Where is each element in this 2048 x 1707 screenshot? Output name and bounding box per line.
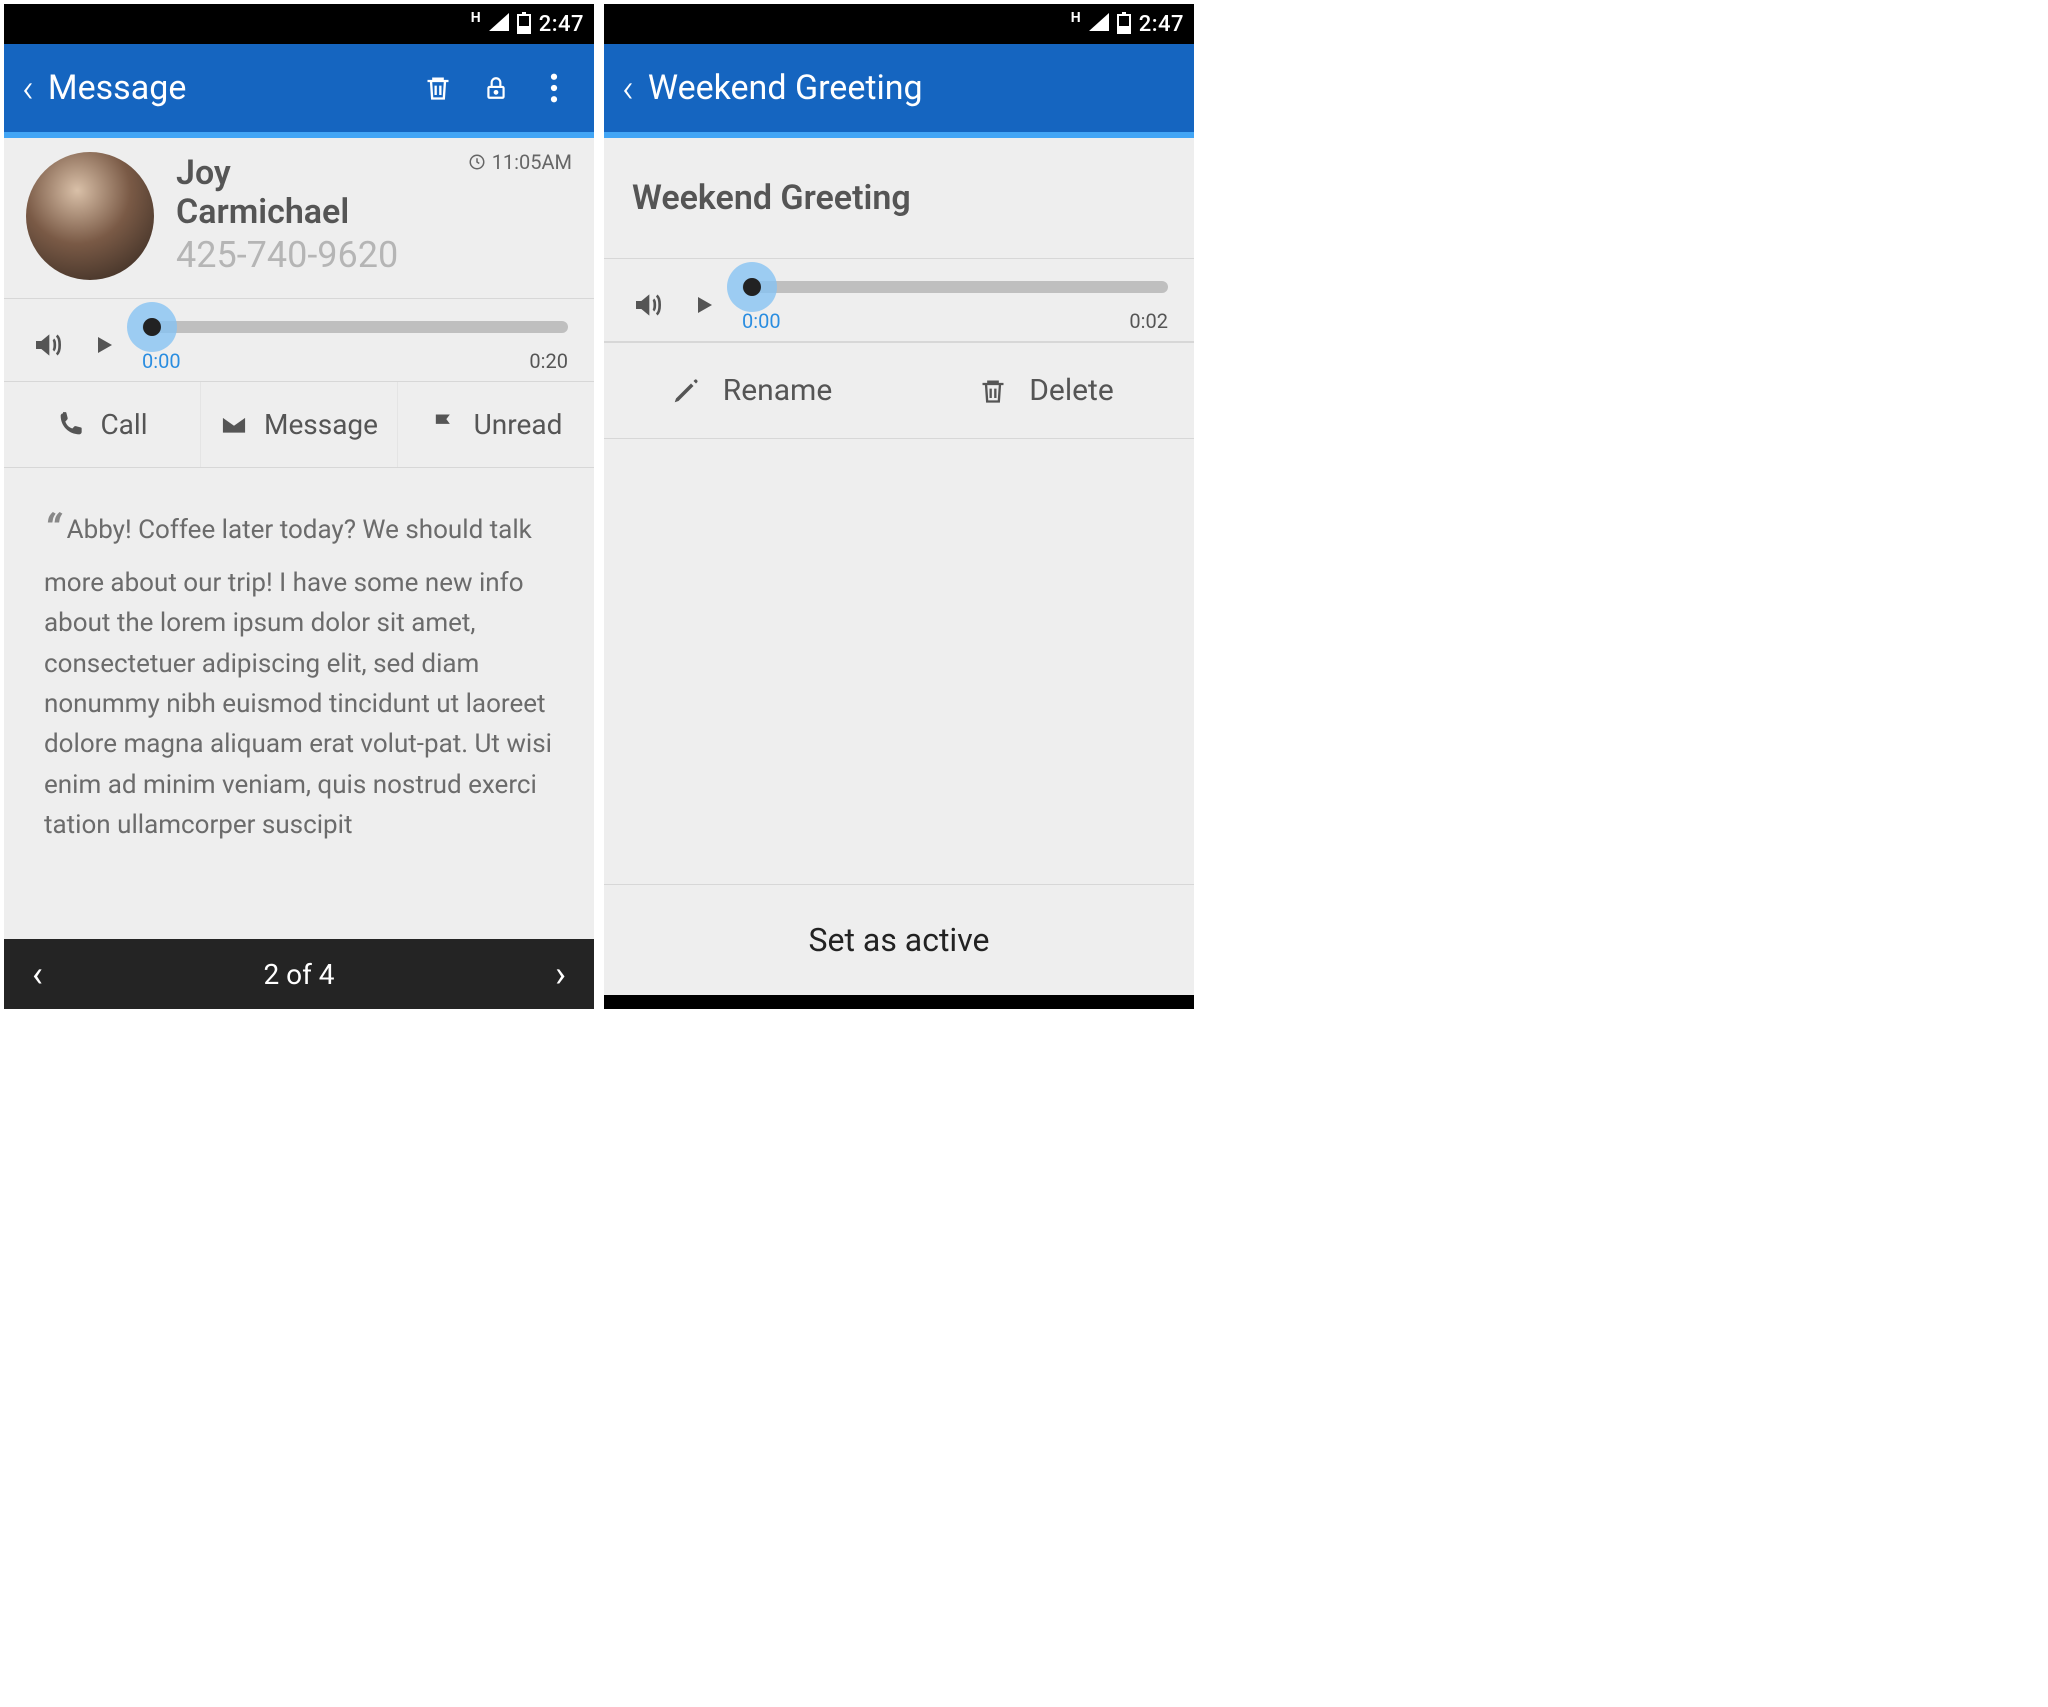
rename-button[interactable]: Rename xyxy=(604,343,899,438)
pager-label: 2 of 4 xyxy=(263,958,334,991)
speaker-button[interactable] xyxy=(630,289,666,325)
empty-space xyxy=(604,439,1194,884)
battery-icon xyxy=(1117,14,1131,34)
time-current: 0:00 xyxy=(142,349,181,373)
overflow-menu-button[interactable] xyxy=(532,73,576,103)
audio-player: 0:00 0:20 xyxy=(4,299,594,382)
nav-bar-hint xyxy=(604,995,1194,1009)
speaker-button[interactable] xyxy=(30,329,66,365)
time-duration: 0:02 xyxy=(1129,309,1168,333)
app-bar: ‹ Message xyxy=(4,44,594,132)
clock-icon xyxy=(468,153,486,171)
pencil-icon xyxy=(671,376,701,406)
signal-icon xyxy=(489,12,509,37)
pager-prev[interactable]: ‹ xyxy=(32,953,43,995)
pager: ‹ 2 of 4 › xyxy=(4,939,594,1009)
trash-icon xyxy=(979,376,1007,406)
greeting-actions: Rename Delete xyxy=(604,342,1194,439)
seek-track[interactable]: 0:00 0:20 xyxy=(142,321,568,373)
network-indicator: H xyxy=(1071,10,1081,26)
page-title: Message xyxy=(48,68,402,108)
seek-track[interactable]: 0:00 0:02 xyxy=(742,281,1168,333)
lock-button[interactable] xyxy=(474,72,518,104)
status-bar: H 2:47 xyxy=(604,4,1194,44)
time-duration: 0:20 xyxy=(529,349,568,373)
call-button[interactable]: Call xyxy=(4,382,201,467)
envelope-icon xyxy=(220,411,248,439)
status-clock: 2:47 xyxy=(1139,12,1184,37)
delete-button[interactable] xyxy=(416,72,460,104)
message-time: 11:05AM xyxy=(468,150,572,174)
delete-button[interactable]: Delete xyxy=(899,343,1194,438)
status-bar: H 2:47 xyxy=(4,4,594,44)
message-button[interactable]: Message xyxy=(201,382,398,467)
avatar[interactable] xyxy=(26,152,154,280)
greeting-header: Weekend Greeting xyxy=(604,138,1194,259)
unread-label: Unread xyxy=(474,408,563,441)
call-label: Call xyxy=(100,408,147,441)
battery-icon xyxy=(517,14,531,34)
status-clock: 2:47 xyxy=(539,12,584,37)
phone-greeting-screen: H 2:47 ‹ Weekend Greeting Weekend Greeti… xyxy=(604,4,1194,1009)
contact-header: Joy Carmichael 425-740-9620 11:05AM xyxy=(4,138,594,299)
pager-next[interactable]: › xyxy=(555,953,566,995)
back-button[interactable]: ‹ xyxy=(22,65,34,112)
set-active-label: Set as active xyxy=(809,921,990,959)
time-current: 0:00 xyxy=(742,309,781,333)
delete-label: Delete xyxy=(1029,373,1114,408)
message-label: Message xyxy=(264,408,378,441)
transcript-text: Abby! Coffee later today? We should talk… xyxy=(44,515,552,840)
app-bar: ‹ Weekend Greeting xyxy=(604,44,1194,132)
play-button[interactable] xyxy=(92,331,116,363)
contact-phone: 425-740-9620 xyxy=(176,234,572,276)
network-indicator: H xyxy=(471,10,481,26)
unread-button[interactable]: Unread xyxy=(398,382,594,467)
phone-icon xyxy=(56,411,84,439)
audio-player: 0:00 0:02 xyxy=(604,259,1194,342)
contact-last-name: Carmichael xyxy=(176,193,572,232)
quote-icon: “ xyxy=(44,506,61,555)
page-title: Weekend Greeting xyxy=(648,68,1176,108)
set-active-button[interactable]: Set as active xyxy=(604,884,1194,995)
time-text: 11:05AM xyxy=(492,150,572,174)
rename-label: Rename xyxy=(723,373,833,408)
greeting-name: Weekend Greeting xyxy=(632,178,1166,218)
play-button[interactable] xyxy=(692,291,716,323)
flag-icon xyxy=(430,411,458,439)
transcript: “Abby! Coffee later today? We should tal… xyxy=(4,468,594,1009)
signal-icon xyxy=(1089,12,1109,37)
phone-message-screen: H 2:47 ‹ Message Joy Carmichael 425-740-… xyxy=(4,4,594,1009)
action-row: Call Message Unread xyxy=(4,382,594,468)
back-button[interactable]: ‹ xyxy=(622,65,634,112)
